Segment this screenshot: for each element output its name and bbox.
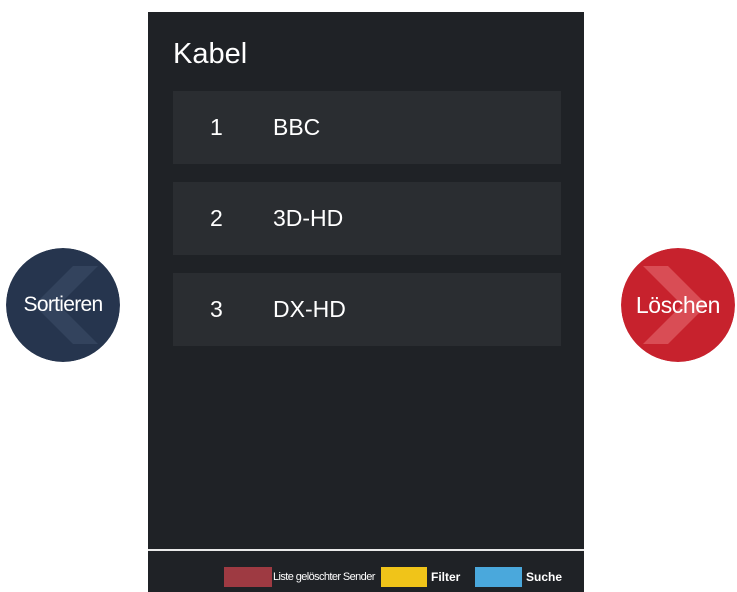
red-key-label: Liste gelöschter Sender: [273, 571, 375, 583]
channel-number: 1: [210, 114, 223, 140]
screen: Sortieren Kabel 1 BBC 2 3D-HD 3 DX-HD Li…: [0, 0, 737, 592]
delete-button[interactable]: Löschen: [621, 248, 735, 362]
channel-row-3[interactable]: 3 DX-HD: [173, 273, 561, 346]
yellow-key-swatch[interactable]: [381, 567, 427, 587]
blue-key-label: Suche: [526, 570, 563, 584]
channel-row-1[interactable]: 1 BBC: [173, 91, 561, 164]
channel-row-2[interactable]: 2 3D-HD: [173, 182, 561, 255]
panel-title: Kabel: [173, 38, 248, 70]
channel-list-panel: Kabel 1 BBC 2 3D-HD 3 DX-HD Liste gelösc…: [148, 12, 584, 592]
yellow-key-label: Filter: [431, 570, 461, 584]
sort-button-label: Sortieren: [23, 293, 104, 316]
blue-key-swatch[interactable]: [475, 567, 522, 587]
red-key-swatch[interactable]: [224, 567, 272, 587]
channel-number: 3: [210, 296, 223, 322]
channel-name: 3D-HD: [273, 205, 344, 231]
channel-number: 2: [210, 205, 223, 231]
channel-name: BBC: [273, 114, 321, 140]
footer-divider: [148, 549, 584, 551]
sort-button[interactable]: Sortieren: [6, 248, 120, 362]
delete-button-label: Löschen: [635, 291, 721, 318]
channel-list: 1 BBC 2 3D-HD 3 DX-HD: [173, 91, 561, 364]
color-key-legend: Liste gelöschter Sender Filter Suche: [148, 567, 584, 587]
channel-name: DX-HD: [273, 296, 346, 322]
